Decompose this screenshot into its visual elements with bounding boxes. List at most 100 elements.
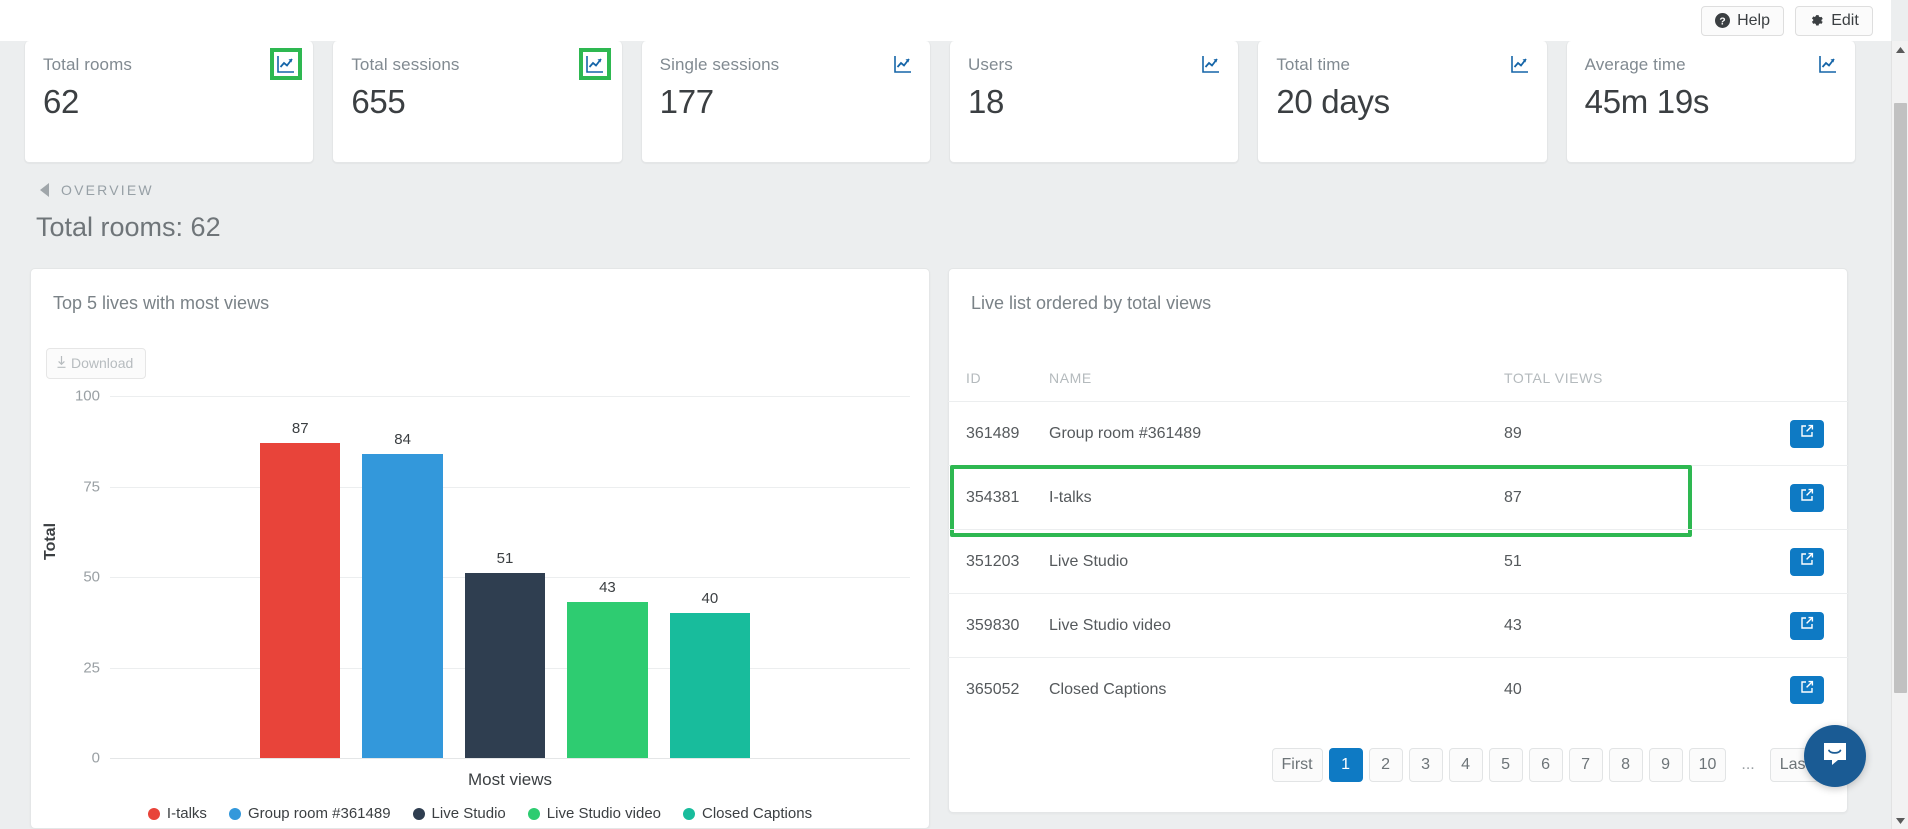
metric-card-total-sessions[interactable]: Total sessions 655 <box>332 41 623 163</box>
cell-id: 351203 <box>966 552 1020 570</box>
pagination-first[interactable]: First <box>1271 748 1323 782</box>
page-title: Total rooms: 62 <box>36 212 221 242</box>
legend-label: Group room #361489 <box>247 805 391 822</box>
cell-actions <box>1754 547 1824 576</box>
chart-panel-title: Top 5 lives with most views <box>53 293 270 313</box>
line-chart-icon[interactable] <box>270 48 303 80</box>
cell-name: Live Studio video <box>1049 616 1171 634</box>
axis-line: 0 <box>92 750 910 767</box>
open-row-button[interactable] <box>1790 483 1824 512</box>
column-header-id: ID <box>966 370 982 386</box>
open-row-button[interactable] <box>1790 419 1824 448</box>
bar-group: 51 <box>464 396 546 758</box>
help-button[interactable]: ? Help <box>1701 5 1784 36</box>
line-chart-icon[interactable] <box>1202 55 1220 73</box>
pagination-page-7[interactable]: 7 <box>1568 748 1603 782</box>
metric-card-label: Total sessions <box>351 55 460 74</box>
metric-card-average-time[interactable]: Average time 45m 19s <box>1565 41 1856 163</box>
pagination-page-3[interactable]: 3 <box>1408 748 1443 782</box>
edit-button[interactable]: Edit <box>1795 5 1873 36</box>
legend-item[interactable]: Group room #361489 <box>228 805 391 822</box>
table-row[interactable]: 361489 Group room #361489 89 <box>948 401 1848 465</box>
metric-card-single-sessions[interactable]: Single sessions 177 <box>640 41 931 163</box>
metric-card-value: 45m 19s <box>1584 83 1710 120</box>
pagination-page-5[interactable]: 5 <box>1488 748 1523 782</box>
cell-total-views: 87 <box>1504 488 1522 506</box>
open-row-button[interactable] <box>1790 675 1824 704</box>
cell-actions <box>1754 419 1824 448</box>
vertical-scrollbar[interactable] <box>1891 41 1908 829</box>
pagination-page-10[interactable]: 10 <box>1688 748 1727 782</box>
bar[interactable] <box>567 602 648 758</box>
question-circle-icon: ? <box>1715 13 1731 28</box>
line-chart-icon[interactable] <box>578 48 611 80</box>
bar[interactable] <box>669 613 751 758</box>
bar-value-label: 40 <box>701 590 719 608</box>
metric-card-label: Total rooms <box>43 55 132 74</box>
intercom-chat-button[interactable] <box>1804 725 1866 787</box>
pagination-page-2[interactable]: 2 <box>1368 748 1403 782</box>
bar[interactable] <box>464 573 546 758</box>
pagination-page-4[interactable]: 4 <box>1448 748 1483 782</box>
bar[interactable] <box>260 443 341 758</box>
chart-x-axis-label: Most views <box>467 770 553 789</box>
legend-item[interactable]: I-talks <box>147 805 207 822</box>
table-row[interactable]: 351203 Live Studio 51 <box>948 529 1848 593</box>
external-link-icon <box>1800 424 1814 443</box>
cell-total-views: 51 <box>1504 552 1522 570</box>
chart-legend: I-talks Group room #361489 Live Studio L… <box>30 805 930 822</box>
bar[interactable] <box>362 453 443 758</box>
pagination: First 1 2 3 4 5 6 7 8 9 10 ... Last <box>948 748 1834 782</box>
column-header-total-views: TOTAL VIEWS <box>1504 370 1603 386</box>
metric-card-users[interactable]: Users 18 <box>948 41 1240 163</box>
cell-id: 354381 <box>966 488 1020 506</box>
table-row[interactable]: 365052 Closed Captions 40 <box>948 657 1848 721</box>
cell-name: Closed Captions <box>1049 680 1167 698</box>
line-chart-icon[interactable] <box>894 55 912 73</box>
bar-value-label: 84 <box>394 430 411 448</box>
y-tick-label: 0 <box>91 749 100 767</box>
y-tick-label: 75 <box>83 478 100 495</box>
scroll-up-arrow-icon[interactable] <box>1892 41 1908 58</box>
scrollbar-thumb[interactable] <box>1894 103 1907 693</box>
metric-card-value: 18 <box>967 83 1005 120</box>
table-row[interactable]: 359830 Live Studio video 43 <box>948 593 1848 657</box>
bar-value-label: 51 <box>496 550 514 568</box>
live-list-panel-title: Live list ordered by total views <box>971 293 1212 313</box>
download-button-label: Download <box>71 355 134 371</box>
metric-card-total-rooms[interactable]: Total rooms 62 <box>24 41 315 163</box>
back-caret-icon[interactable] <box>40 183 49 197</box>
cell-name: Live Studio <box>1049 552 1129 570</box>
download-button[interactable]: Download <box>46 348 147 379</box>
bar-group: 84 <box>362 396 443 758</box>
legend-color-swatch <box>147 807 160 820</box>
table-row[interactable]: 354381 I-talks 87 <box>948 465 1848 537</box>
metric-card-total-time[interactable]: Total time 20 days <box>1257 41 1548 163</box>
legend-item[interactable]: Closed Captions <box>683 805 812 822</box>
cell-total-views: 89 <box>1504 424 1522 442</box>
live-list-table: ID NAME TOTAL VIEWS 361489 Group room #3… <box>948 355 1848 721</box>
pagination-page-6[interactable]: 6 <box>1528 748 1563 782</box>
pagination-page-9[interactable]: 9 <box>1648 748 1683 782</box>
legend-label: I-talks <box>166 805 207 822</box>
bar-value-label: 87 <box>291 420 309 438</box>
intercom-chat-icon <box>1820 739 1850 774</box>
gear-icon <box>1809 13 1824 28</box>
pagination-page-8[interactable]: 8 <box>1608 748 1643 782</box>
line-chart-icon[interactable] <box>1819 55 1837 73</box>
cell-id: 365052 <box>966 680 1020 698</box>
open-row-button[interactable] <box>1790 547 1824 576</box>
open-row-button[interactable] <box>1790 611 1824 640</box>
legend-item[interactable]: Live Studio <box>412 805 506 822</box>
cell-total-views: 43 <box>1504 616 1522 634</box>
breadcrumb: OVERVIEW <box>40 182 154 198</box>
download-arrow-icon <box>57 355 66 371</box>
legend-item[interactable]: Live Studio video <box>527 805 661 822</box>
line-chart-icon[interactable] <box>1510 55 1529 73</box>
y-tick-label: 100 <box>74 387 100 405</box>
scroll-down-arrow-icon[interactable] <box>1892 812 1908 829</box>
top-toolbar: ? Help Edit <box>0 0 1891 41</box>
y-tick-label: 50 <box>83 568 100 586</box>
metric-card-label: Users <box>967 55 1013 74</box>
pagination-page-1[interactable]: 1 <box>1328 748 1363 782</box>
